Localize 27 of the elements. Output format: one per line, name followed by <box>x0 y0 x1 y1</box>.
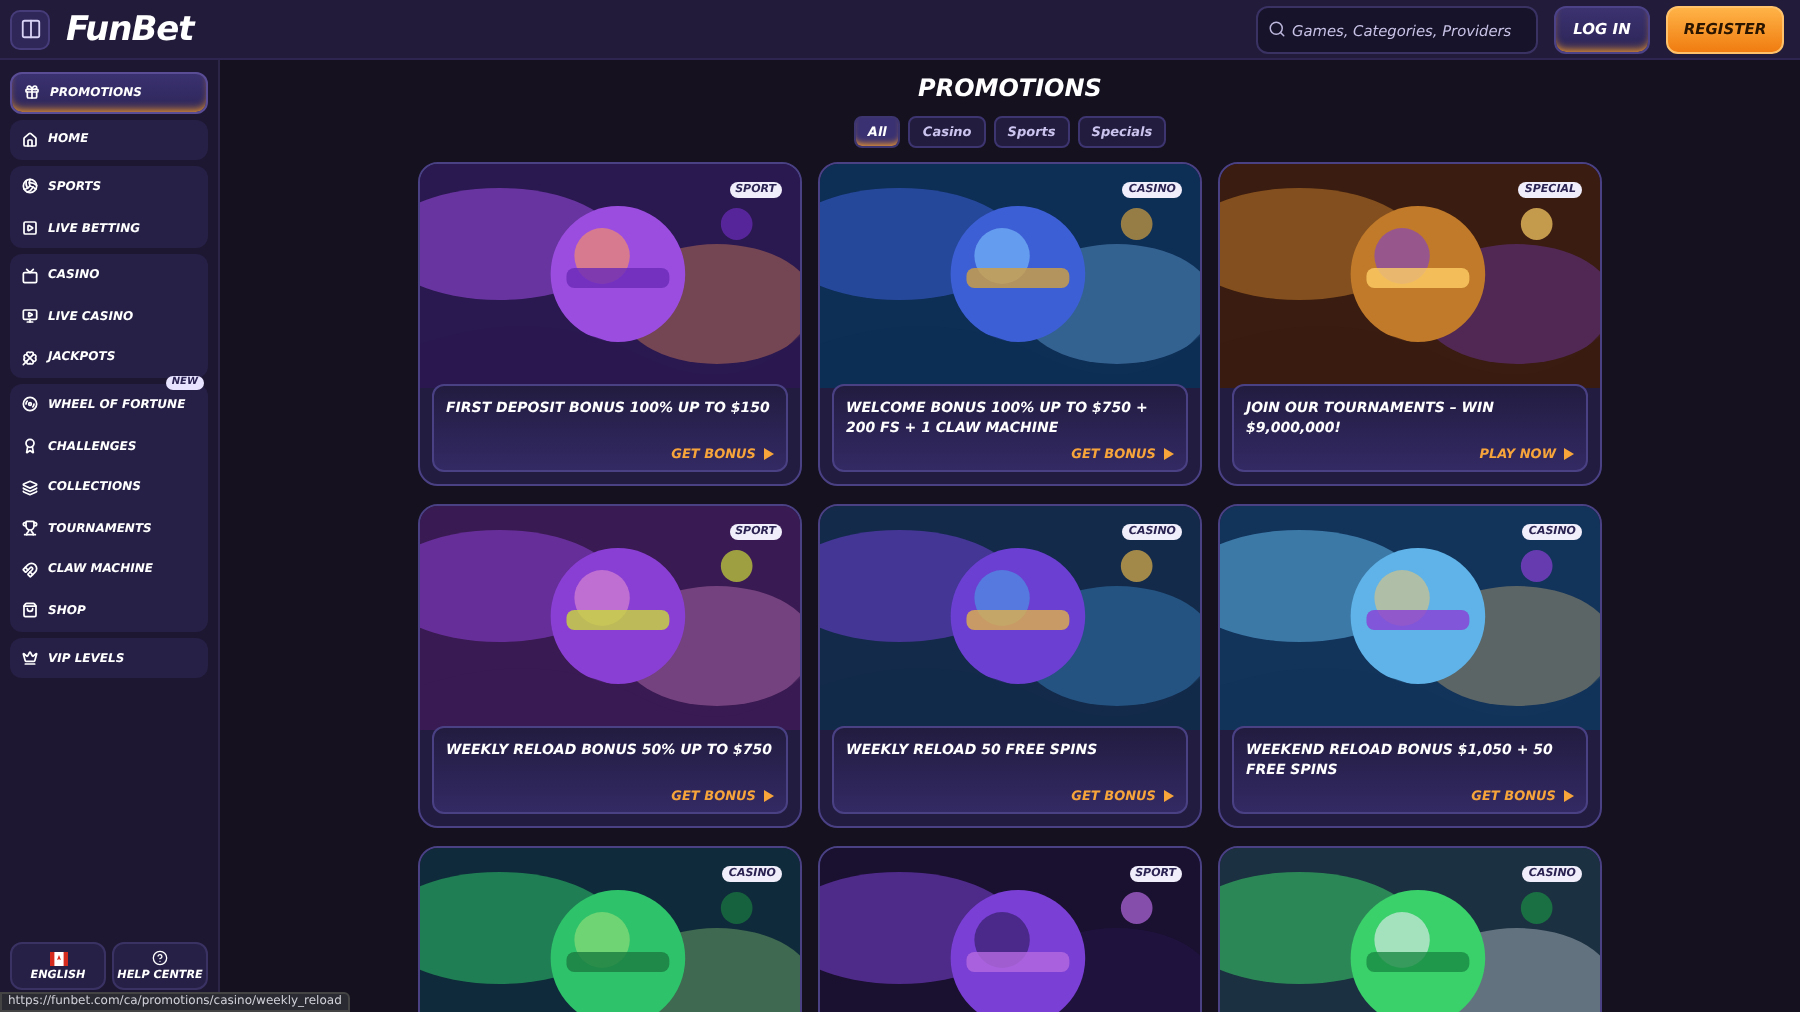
gift-icon <box>24 84 40 101</box>
tv-icon <box>22 267 38 284</box>
play-icon <box>22 220 38 237</box>
search-icon <box>1268 19 1286 37</box>
help-icon <box>152 950 168 966</box>
bag-icon <box>22 602 38 619</box>
wheel-icon <box>22 396 38 413</box>
logo[interactable]: FunBet <box>66 9 194 49</box>
play-icon <box>1564 790 1574 802</box>
trophy-icon <box>22 520 38 537</box>
play-icon <box>764 790 774 802</box>
page-title: PROMOTIONS <box>918 74 1102 102</box>
flag-icon <box>49 951 67 965</box>
house-icon <box>22 131 38 148</box>
video-icon <box>22 308 38 325</box>
play-icon <box>1164 448 1174 460</box>
cards-icon <box>22 479 38 496</box>
ball-icon <box>22 178 38 195</box>
magnet-icon <box>22 561 38 578</box>
play-icon <box>1564 448 1574 460</box>
medal-icon <box>22 438 38 455</box>
menu-button[interactable] <box>10 9 50 49</box>
play-icon <box>1164 790 1174 802</box>
menu-icon <box>19 18 41 40</box>
clover-icon <box>22 349 38 366</box>
play-icon <box>764 448 774 460</box>
crown-icon <box>22 650 38 667</box>
